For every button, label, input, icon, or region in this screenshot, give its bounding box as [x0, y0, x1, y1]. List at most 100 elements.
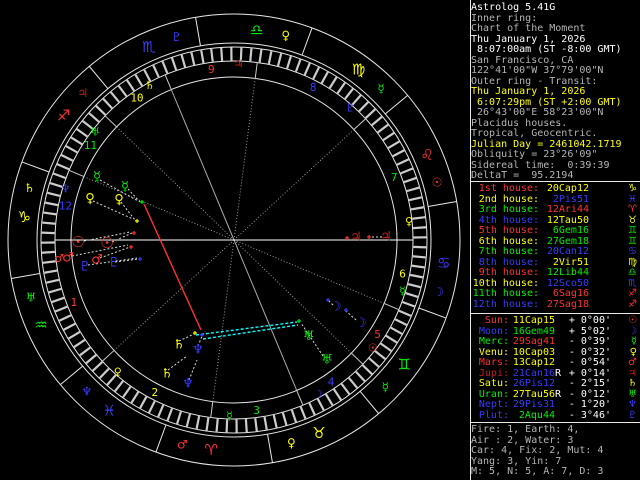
house-cusp-outer-2	[102, 350, 114, 361]
house-number-7: 7	[391, 171, 398, 184]
aspect-line-0	[144, 204, 201, 330]
info-panel: Astrolog 5.41GInner ring:Chart of the Mo…	[471, 0, 639, 63]
house-number-3: 3	[253, 404, 260, 417]
transit-moon-icon: ☽	[355, 316, 367, 331]
sign-divider	[419, 308, 446, 318]
house-table: 1st house:20Cap12♑2nd house: 2Pis51♓3rd …	[471, 184, 639, 310]
house-cusp-2	[114, 240, 234, 350]
house-sign-icon: ♊	[589, 226, 639, 237]
house-ruler-6-icon: ☿	[399, 285, 406, 298]
house-number-6: 6	[399, 268, 406, 281]
sign-divider	[385, 95, 407, 114]
separator-planets	[471, 313, 640, 314]
transit-saturn-icon: ♄	[161, 367, 173, 382]
house-cusp-8	[234, 130, 354, 240]
header-line-2: Chart of the Moment	[471, 24, 639, 35]
transit-venus-icon: ♀	[85, 192, 95, 207]
house-number-5: 5	[374, 328, 381, 341]
house-number-9: 9	[208, 63, 215, 76]
house-row-9: 9th house:12Lib44♎	[471, 268, 639, 279]
sign-aries-icon: ♈	[204, 441, 217, 459]
header-line-14: Obliquity = 23°26'09"	[471, 150, 639, 161]
house-ruler-5-icon: ☉	[368, 342, 378, 355]
planet-icon: ♆	[611, 400, 639, 411]
planet-icon: ☿	[611, 337, 639, 348]
sign-libra-icon: ♎	[250, 21, 263, 39]
planet-icon: ♇	[611, 411, 639, 422]
house-sign-icon: ♑	[589, 184, 639, 195]
aspect-line-1	[196, 322, 297, 335]
house-number-2: 2	[152, 386, 159, 399]
house-number-11: 11	[84, 139, 97, 152]
chart-header: Astrolog 5.41GInner ring:Chart of the Mo…	[471, 3, 639, 182]
sign-virgo-icon: ♍	[352, 61, 365, 79]
house-cusp-outer-4	[297, 390, 303, 405]
sign-virgo-ruler-icon: ☿	[377, 82, 384, 96]
summary-line-2: Car: 4, Fix: 2, Mut: 4	[471, 446, 639, 457]
header-line-12: Tropical, Geocentric.	[471, 129, 639, 140]
house-ruler-3-icon: ☿	[226, 409, 233, 422]
sign-divider	[428, 202, 457, 207]
sign-divider	[11, 274, 40, 279]
pointer-line-5	[112, 233, 132, 242]
natal-pluto-icon: ♇	[108, 256, 120, 271]
house-cusp-5	[234, 240, 351, 353]
sign-scorpio-icon: ♏	[142, 38, 156, 56]
natal-jupiter-icon: ♃	[350, 230, 362, 245]
sign-cancer-icon: ♋	[437, 254, 450, 272]
house-sign-icon: ♋	[589, 247, 639, 258]
summary-line-4: M: 5, N: 5, A: 7, D: 3	[471, 467, 639, 478]
element-summary: Fire: 1, Earth: 4,Air : 2, Water: 3Car: …	[471, 425, 639, 478]
sign-sagittarius-icon: ♐	[57, 106, 70, 124]
sign-aquarius-ruler-icon: ♅	[26, 290, 37, 304]
sign-divider	[89, 66, 108, 88]
natal-venus-icon: ♀	[114, 193, 124, 208]
sign-pisces-ruler-icon: ♆	[82, 384, 93, 398]
transit-mars-icon: ♂	[62, 251, 74, 266]
planet-row-plut: Plut: 2Aqu44- 3°46'♇	[471, 411, 639, 422]
transit-sun-icon: ☉	[71, 233, 84, 251]
planet-table: Sun:11Cap15+ 0°00'☉Moon:16Gem49+ 5°02'☽M…	[471, 316, 639, 421]
house-cusp-outer-8	[354, 119, 366, 130]
house-row-11: 11th house: 6Sag16♐	[471, 289, 639, 300]
sign-gemini-icon: ♊	[398, 356, 411, 374]
sign-divider	[196, 17, 201, 46]
house-cusp-outer-5	[351, 353, 363, 364]
transit-jupiter-icon: ♃	[380, 230, 392, 245]
separator-summary	[471, 422, 640, 423]
house-cusp-outer-6	[384, 303, 399, 309]
planet-icon: ♂	[611, 358, 639, 369]
sign-divider	[268, 434, 273, 463]
natal-uranus-icon: ♅	[303, 329, 315, 344]
transit-uranus-icon: ♅	[321, 353, 333, 368]
header-line-0: Astrolog 5.41G	[471, 3, 639, 14]
house-cusp-outer-9	[255, 63, 257, 79]
natal-moon-icon: ☽	[330, 300, 342, 315]
house-ruler-8-icon: ♇	[345, 101, 355, 114]
house-cusp-outer-3	[211, 402, 213, 418]
house-cusp-11	[117, 127, 234, 240]
house-sign-icon: ♐	[589, 300, 639, 311]
astrolog-window: ♈♂♉♀♊☿♋☽♌☉♍☿♎♀♏♇♐♃♑♄♒♅♓♆1♂2♀3☿4☽5☉6☿7♀8♇…	[0, 0, 640, 480]
house-sign-icon: ♐	[589, 289, 639, 300]
sign-divider	[156, 425, 166, 452]
sign-cancer-ruler-icon: ☽	[433, 285, 444, 299]
sign-divider	[302, 28, 312, 55]
sign-aries-ruler-icon: ♂	[177, 438, 188, 452]
transit-pluto-icon: ♇	[79, 260, 91, 275]
planet-row-merc: Merc:29Sag41- 0°39'☿	[471, 337, 639, 348]
sign-aquarius-icon: ♒	[34, 316, 47, 334]
planet-row-mars: Mars:13Cap12- 0°54'♂	[471, 358, 639, 369]
house-sign-icon: ♈	[589, 205, 639, 216]
house-cusp-outer-10	[165, 75, 171, 90]
house-row-1: 1st house:20Cap12♑	[471, 184, 639, 195]
sign-divider	[360, 391, 379, 413]
planet-row-satu: Satu:26Pis12- 2°15'♄	[471, 379, 639, 390]
sign-taurus-ruler-icon: ♀	[287, 436, 296, 450]
header-line-6: 122°41'00"W 37°79'00"N	[471, 66, 639, 77]
sign-leo-ruler-icon: ☉	[432, 176, 443, 190]
house-number-1: 1	[70, 296, 77, 309]
natal-sun-icon: ☉	[100, 234, 113, 252]
summary-line-0: Fire: 1, Earth: 4,	[471, 425, 639, 436]
transit-neptune-icon: ♆	[182, 377, 194, 392]
